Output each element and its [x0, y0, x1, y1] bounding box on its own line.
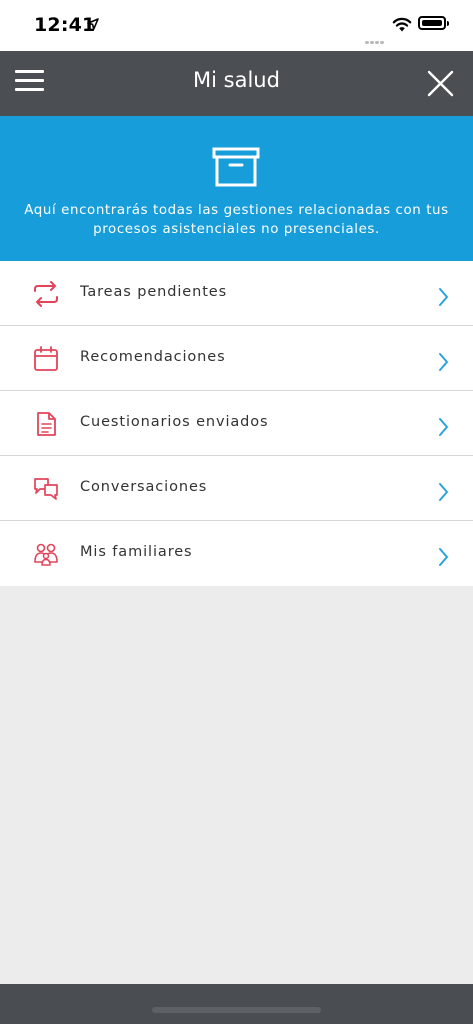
list-item-mis-familiares[interactable]: Mis familiares: [0, 521, 473, 586]
family-icon: [34, 543, 58, 566]
list-item-cuestionarios-enviados[interactable]: Cuestionarios enviados: [0, 391, 473, 456]
sync-arrows-icon: [34, 281, 58, 307]
list-item-label: Conversaciones: [80, 479, 208, 495]
chevron-right-icon: [439, 418, 448, 436]
page-title: Mi salud: [193, 68, 280, 92]
chevron-right-icon: [439, 353, 448, 371]
home-indicator[interactable]: [152, 1007, 321, 1013]
bottom-bar: [0, 984, 473, 1024]
calendar-icon: [34, 346, 58, 371]
battery-icon: [418, 16, 449, 30]
list-item-label: Mis familiares: [80, 544, 193, 560]
list-item-tareas-pendientes[interactable]: Tareas pendientes: [0, 261, 473, 326]
list-item-recomendaciones[interactable]: Recomendaciones: [0, 326, 473, 391]
close-icon[interactable]: [427, 70, 454, 97]
document-icon: [37, 412, 56, 436]
status-bar: 12:41: [0, 0, 473, 51]
list-item-label: Recomendaciones: [80, 349, 226, 365]
info-banner: Aquí encontrarás todas las gestiones rel…: [0, 116, 473, 261]
chevron-right-icon: [439, 548, 448, 566]
chat-bubbles-icon: [34, 478, 58, 500]
wifi-icon: [392, 17, 412, 32]
app-header: Mi salud: [0, 51, 473, 116]
list-item-label: Tareas pendientes: [80, 284, 228, 300]
banner-description: Aquí encontrarás todas las gestiones rel…: [24, 203, 449, 237]
list-item-label: Cuestionarios enviados: [80, 414, 269, 430]
chevron-right-icon: [439, 483, 448, 501]
list-item-conversaciones[interactable]: Conversaciones: [0, 456, 473, 521]
archive-box-icon: [212, 147, 260, 187]
menu-list: Tareas pendientes Recomendaciones Cuesti…: [0, 261, 473, 586]
signal-icon: [365, 29, 385, 44]
chevron-right-icon: [439, 288, 448, 306]
location-arrow-icon: [87, 18, 99, 30]
